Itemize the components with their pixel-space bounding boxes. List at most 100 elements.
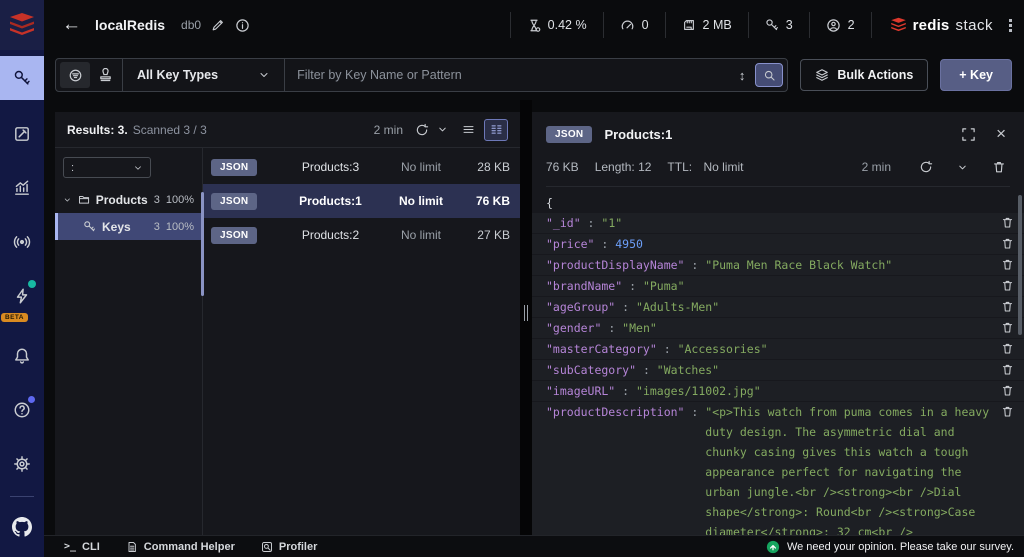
json-value[interactable]: "Puma" (643, 279, 685, 293)
profiler-toggle[interactable]: Profiler (261, 541, 318, 553)
json-field-row[interactable]: "masterCategory" : "Accessories" (532, 339, 1024, 359)
delete-field-button[interactable] (1001, 384, 1014, 397)
delimiter-select[interactable]: : (63, 157, 151, 178)
refresh-settings-chevron[interactable] (433, 122, 452, 137)
gear-icon (13, 455, 31, 473)
key-row[interactable]: JSON Products:1 No limit 76 KB (203, 184, 520, 218)
redis-logo (0, 0, 44, 50)
add-key-button[interactable]: + Key (940, 59, 1012, 91)
json-field-row[interactable]: "subCategory" : "Watches" (532, 360, 1024, 380)
json-field-row[interactable]: "imageURL" : "images/11002.jpg" (532, 381, 1024, 401)
filter-toggle-button[interactable] (60, 62, 90, 88)
trash-icon (1001, 237, 1014, 250)
sidebar-item-notifications[interactable] (0, 336, 44, 376)
back-button[interactable]: ← (62, 14, 81, 36)
json-key: "_id" (546, 216, 581, 230)
refresh-keys-button[interactable] (411, 121, 433, 139)
tree-node-keys[interactable]: Keys 3 100% (55, 213, 202, 240)
key-filter-input[interactable] (287, 59, 733, 91)
sidebar-item-github[interactable] (0, 507, 44, 547)
search-icon (763, 69, 776, 82)
json-field-row[interactable]: "productDescription" : "<p>This watch fr… (532, 402, 1024, 535)
json-field-row[interactable]: "gender" : "Men" (532, 318, 1024, 338)
json-value[interactable]: "Adults-Men" (636, 300, 719, 314)
key-row[interactable]: JSON Products:3 No limit 28 KB (203, 150, 520, 184)
json-value[interactable]: "Watches" (657, 363, 719, 377)
edit-alias-button[interactable] (211, 18, 225, 32)
json-field-row[interactable]: "productDisplayName" : "Puma Men Race Bl… (532, 255, 1024, 275)
key-row[interactable]: JSON Products:2 No limit 27 KB (203, 218, 520, 252)
delete-field-button[interactable] (1001, 279, 1014, 292)
db-info-button[interactable] (235, 18, 250, 33)
delete-field-button[interactable] (1001, 321, 1014, 334)
metric-ops: 0 (603, 12, 665, 38)
json-value[interactable]: "1" (601, 216, 622, 230)
close-detail-button[interactable]: × (992, 122, 1010, 146)
survey-text: We need your opinion. Please take our su… (787, 541, 1014, 553)
delete-field-button[interactable] (1001, 342, 1014, 355)
json-key: "imageURL" (546, 384, 615, 398)
delete-field-button[interactable] (1001, 237, 1014, 250)
sort-toggle-button[interactable]: ↕ (733, 68, 752, 83)
key-type-select[interactable]: All Key Types (125, 59, 282, 91)
list-view-button[interactable] (456, 119, 480, 141)
survey-icon (766, 540, 780, 554)
panel-resize-handle[interactable] (524, 305, 528, 321)
refresh-detail-button[interactable] (915, 158, 937, 176)
key-ttl: No limit (384, 228, 458, 242)
json-field-row[interactable]: "_id" : "1" (532, 213, 1024, 233)
bulk-actions-button[interactable]: Bulk Actions (800, 59, 928, 91)
refresh-settings-chevron[interactable] (953, 160, 972, 175)
delete-field-button[interactable] (1001, 216, 1014, 229)
delete-key-button[interactable] (988, 158, 1010, 176)
json-field-row[interactable]: "price" : 4950 (532, 234, 1024, 254)
delete-field-button[interactable] (1001, 405, 1014, 418)
tree-node-products[interactable]: Products 3 100% (55, 186, 202, 213)
bell-icon (13, 347, 31, 365)
metric-cpu: 0.42 % (510, 12, 603, 38)
fullscreen-button[interactable] (957, 125, 980, 144)
detail-refresh-time: 2 min (862, 160, 891, 174)
json-value[interactable]: "Men" (622, 321, 657, 335)
overflow-menu-button[interactable] (1009, 19, 1012, 32)
github-icon (12, 517, 32, 537)
key-rows: JSON Products:3 No limit 28 KB JSON Prod… (203, 148, 520, 535)
delete-field-button[interactable] (1001, 300, 1014, 313)
sidebar-item-triggers-functions[interactable]: BETA (0, 276, 44, 316)
json-field-row[interactable]: "brandName" : "Puma" (532, 276, 1024, 296)
filter-bar: All Key Types ↕ (55, 58, 788, 92)
panel-gutter[interactable] (520, 100, 532, 535)
command-helper-toggle[interactable]: Command Helper (126, 541, 235, 553)
sidebar-item-browser[interactable] (0, 56, 44, 100)
sidebar-item-help[interactable] (0, 390, 44, 430)
document-icon (126, 541, 138, 553)
key-size: 76 KB (458, 194, 510, 208)
sidebar-item-workbench[interactable] (0, 114, 44, 154)
json-field-row[interactable]: "ageGroup" : "Adults-Men" (532, 297, 1024, 317)
apply-search-button[interactable] (755, 63, 783, 87)
scrollbar-thumb[interactable] (1018, 195, 1022, 335)
json-value[interactable]: "images/11002.jpg" (636, 384, 761, 398)
json-value[interactable]: "<p>This watch from puma comes in a heav… (705, 402, 990, 535)
survey-link[interactable]: We need your opinion. Please take our su… (766, 540, 1014, 554)
sidebar-item-analytics[interactable] (0, 168, 44, 208)
metric-memory-value: 2 MB (703, 18, 732, 32)
json-value[interactable]: 4950 (615, 237, 643, 251)
search-history-button[interactable] (90, 62, 120, 88)
tree-resize-divider[interactable] (201, 192, 204, 296)
json-value[interactable]: "Accessories" (678, 342, 768, 356)
cli-toggle[interactable]: >_ CLI (64, 541, 100, 553)
sidebar-bottom-group (0, 322, 44, 557)
tree-view-button[interactable] (484, 119, 508, 141)
json-key: "gender" (546, 321, 601, 335)
sidebar-item-settings[interactable] (0, 444, 44, 484)
trash-icon (1001, 363, 1014, 376)
brand-stack-text: stack (955, 17, 993, 34)
trash-icon (1001, 258, 1014, 271)
metric-clients-value: 2 (848, 18, 855, 32)
delete-field-button[interactable] (1001, 363, 1014, 376)
sidebar-item-pubsub[interactable] (0, 222, 44, 262)
json-value[interactable]: "Puma Men Race Black Watch" (705, 258, 892, 272)
detail-ttl-value[interactable]: No limit (703, 160, 743, 174)
delete-field-button[interactable] (1001, 258, 1014, 271)
